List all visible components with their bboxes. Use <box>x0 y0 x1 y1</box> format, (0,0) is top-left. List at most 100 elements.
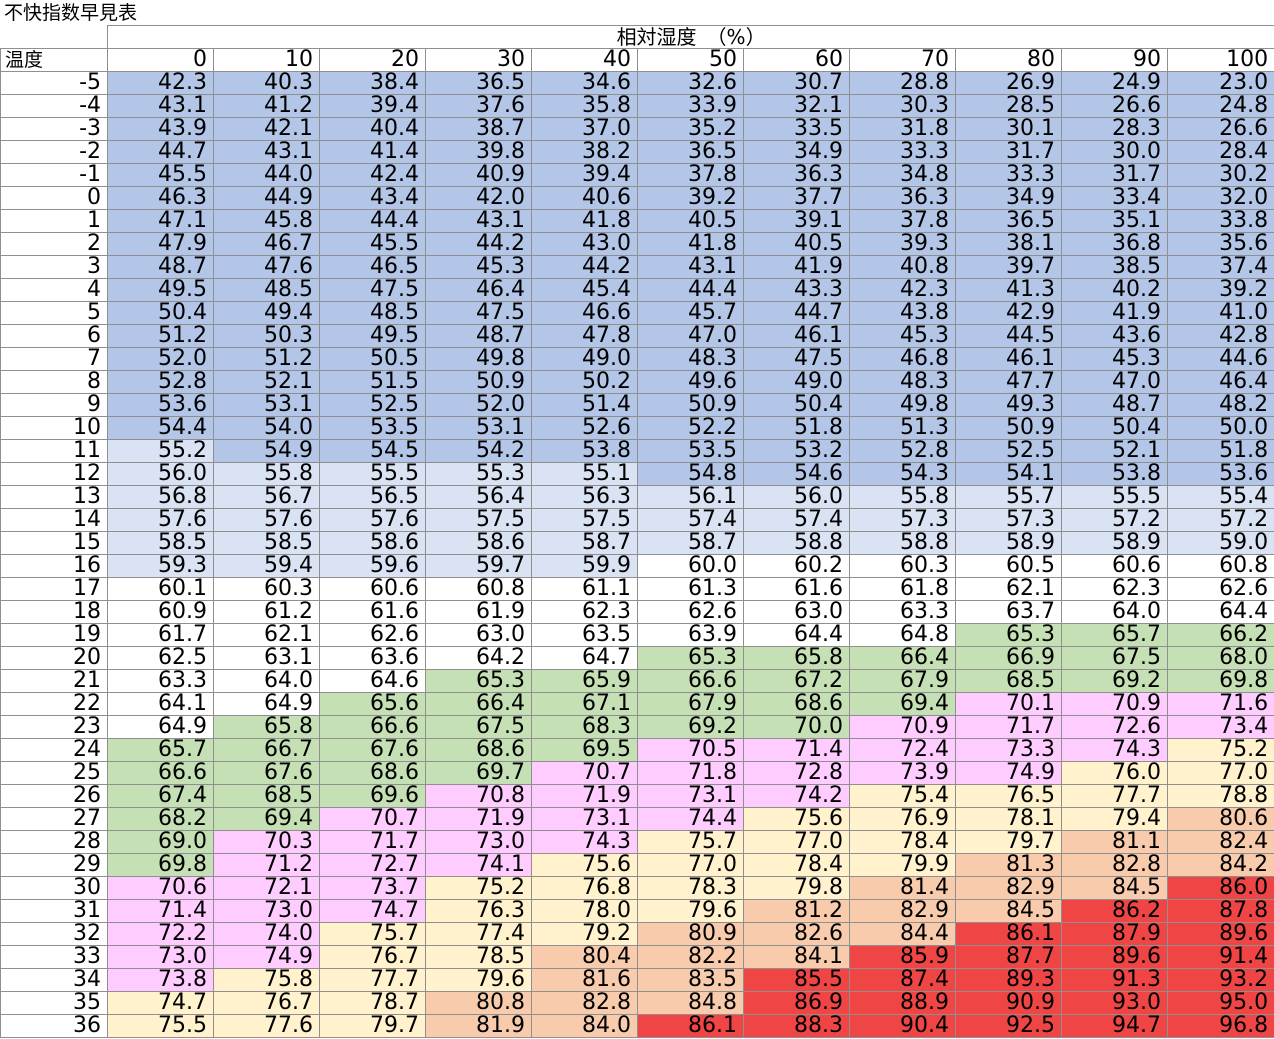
index-cell: 30.0 <box>1061 140 1168 164</box>
index-cell: 60.3 <box>213 577 320 601</box>
humidity-level-header: 30 <box>425 48 532 72</box>
temperature-cell: -1 <box>0 163 108 187</box>
index-cell: 79.7 <box>955 830 1062 854</box>
index-cell: 74.9 <box>213 945 320 969</box>
index-cell: 44.0 <box>213 163 320 187</box>
index-cell: 84.4 <box>849 922 956 946</box>
index-cell: 79.6 <box>637 899 744 923</box>
index-cell: 71.7 <box>319 830 426 854</box>
index-cell: 47.8 <box>531 324 638 348</box>
index-cell: 77.0 <box>1166 761 1274 785</box>
index-cell: 42.9 <box>955 301 1062 325</box>
index-cell: 76.7 <box>319 945 426 969</box>
index-cell: 64.7 <box>531 646 638 670</box>
temperature-cell: 1 <box>0 209 108 233</box>
index-cell: 73.1 <box>637 784 744 808</box>
index-cell: 51.2 <box>213 347 320 371</box>
index-cell: 31.7 <box>955 140 1062 164</box>
index-cell: 87.7 <box>955 945 1062 969</box>
index-cell: 33.3 <box>849 140 956 164</box>
index-cell: 68.6 <box>425 738 532 762</box>
index-cell: 67.9 <box>849 669 956 693</box>
index-cell: 53.6 <box>107 393 214 417</box>
index-cell: 43.8 <box>849 301 956 325</box>
index-cell: 64.9 <box>213 692 320 716</box>
index-cell: 75.6 <box>531 853 638 877</box>
index-cell: 55.8 <box>849 485 956 509</box>
index-cell: 75.2 <box>1166 738 1274 762</box>
index-cell: 39.7 <box>955 255 1062 279</box>
index-cell: 31.7 <box>1061 163 1168 187</box>
index-cell: 89.6 <box>1061 945 1168 969</box>
index-cell: 30.7 <box>743 71 850 95</box>
index-cell: 79.4 <box>1061 807 1168 831</box>
index-cell: 69.0 <box>107 830 214 854</box>
index-cell: 41.9 <box>743 255 850 279</box>
table-row: 21 63.3 64.0 64.6 65.3 65.9 66.6 67.2 67.9 68.5 69… <box>0 669 1274 693</box>
index-cell: 61.2 <box>213 600 320 624</box>
index-cell: 86.1 <box>955 922 1062 946</box>
index-cell: 78.4 <box>849 830 956 854</box>
index-cell: 57.4 <box>743 508 850 532</box>
index-cell: 39.3 <box>849 232 956 256</box>
table-row: 22 64.1 64.9 65.6 66.4 67.1 67.9 68.6 69.4 70.1 70… <box>0 692 1274 716</box>
index-cell: 90.9 <box>955 991 1062 1015</box>
index-cell: 54.4 <box>107 416 214 440</box>
index-cell: 55.4 <box>1166 485 1274 509</box>
index-cell: 59.7 <box>425 554 532 578</box>
temperature-cell: 23 <box>0 715 108 739</box>
temperature-cell: 31 <box>0 899 108 923</box>
index-cell: 53.6 <box>1166 462 1274 486</box>
index-cell: 57.5 <box>531 508 638 532</box>
table-row: 32 72.2 74.0 75.7 77.4 79.2 80.9 82.6 84.4 86.1 87… <box>0 922 1274 946</box>
index-cell: 48.3 <box>849 370 956 394</box>
index-cell: 71.4 <box>743 738 850 762</box>
index-cell: 51.8 <box>1166 439 1274 463</box>
index-cell: 79.7 <box>319 1014 426 1038</box>
index-cell: 56.1 <box>637 485 744 509</box>
index-cell: 40.2 <box>1061 278 1168 302</box>
index-cell: 87.8 <box>1166 899 1274 923</box>
index-cell: 28.4 <box>1166 140 1274 164</box>
index-cell: 74.2 <box>743 784 850 808</box>
table-row: 13 56.8 56.7 56.5 56.4 56.3 56.1 56.0 55.8 55.7 55… <box>0 485 1274 509</box>
index-cell: 85.5 <box>743 968 850 992</box>
index-cell: 31.8 <box>849 117 956 141</box>
index-cell: 49.5 <box>319 324 426 348</box>
index-cell: 52.0 <box>107 347 214 371</box>
index-cell: 42.3 <box>107 71 214 95</box>
index-cell: 37.8 <box>849 209 956 233</box>
index-cell: 34.9 <box>743 140 850 164</box>
index-cell: 47.5 <box>743 347 850 371</box>
temperature-cell: 19 <box>0 623 108 647</box>
index-cell: 54.3 <box>849 462 956 486</box>
index-cell: 36.5 <box>637 140 744 164</box>
index-cell: 44.2 <box>531 255 638 279</box>
index-cell: 82.6 <box>743 922 850 946</box>
index-cell: 88.9 <box>849 991 956 1015</box>
table-row: 1 47.1 45.8 44.4 43.1 41.8 40.5 39.1 37.8 36.5 35.… <box>0 209 1274 233</box>
index-cell: 54.1 <box>955 462 1062 486</box>
index-cell: 62.3 <box>531 600 638 624</box>
index-cell: 66.2 <box>1166 623 1274 647</box>
index-cell: 80.6 <box>1166 807 1274 831</box>
discomfort-index-table: 相対湿度 （%） 温度 0 10 20 30 40 50 60 70 80 90 100 -5 42.… <box>0 25 1274 1038</box>
index-cell: 82.9 <box>849 899 956 923</box>
index-cell: 78.0 <box>531 899 638 923</box>
temperature-cell: 18 <box>0 600 108 624</box>
index-cell: 60.3 <box>849 554 956 578</box>
index-cell: 56.0 <box>743 485 850 509</box>
index-cell: 89.3 <box>955 968 1062 992</box>
table-row: -2 44.7 43.1 41.4 39.8 38.2 36.5 34.9 33.3 31.7 30… <box>0 140 1274 164</box>
table-row: 23 64.9 65.8 66.6 67.5 68.3 69.2 70.0 70.9 71.7 72… <box>0 715 1274 739</box>
index-cell: 62.6 <box>1166 577 1274 601</box>
temperature-cell: 12 <box>0 462 108 486</box>
temperature-cell: 33 <box>0 945 108 969</box>
index-cell: 33.8 <box>1166 209 1274 233</box>
index-cell: 71.6 <box>1166 692 1274 716</box>
index-cell: 45.8 <box>213 209 320 233</box>
index-cell: 65.3 <box>637 646 744 670</box>
index-cell: 56.7 <box>213 485 320 509</box>
index-cell: 74.1 <box>425 853 532 877</box>
index-cell: 42.1 <box>213 117 320 141</box>
